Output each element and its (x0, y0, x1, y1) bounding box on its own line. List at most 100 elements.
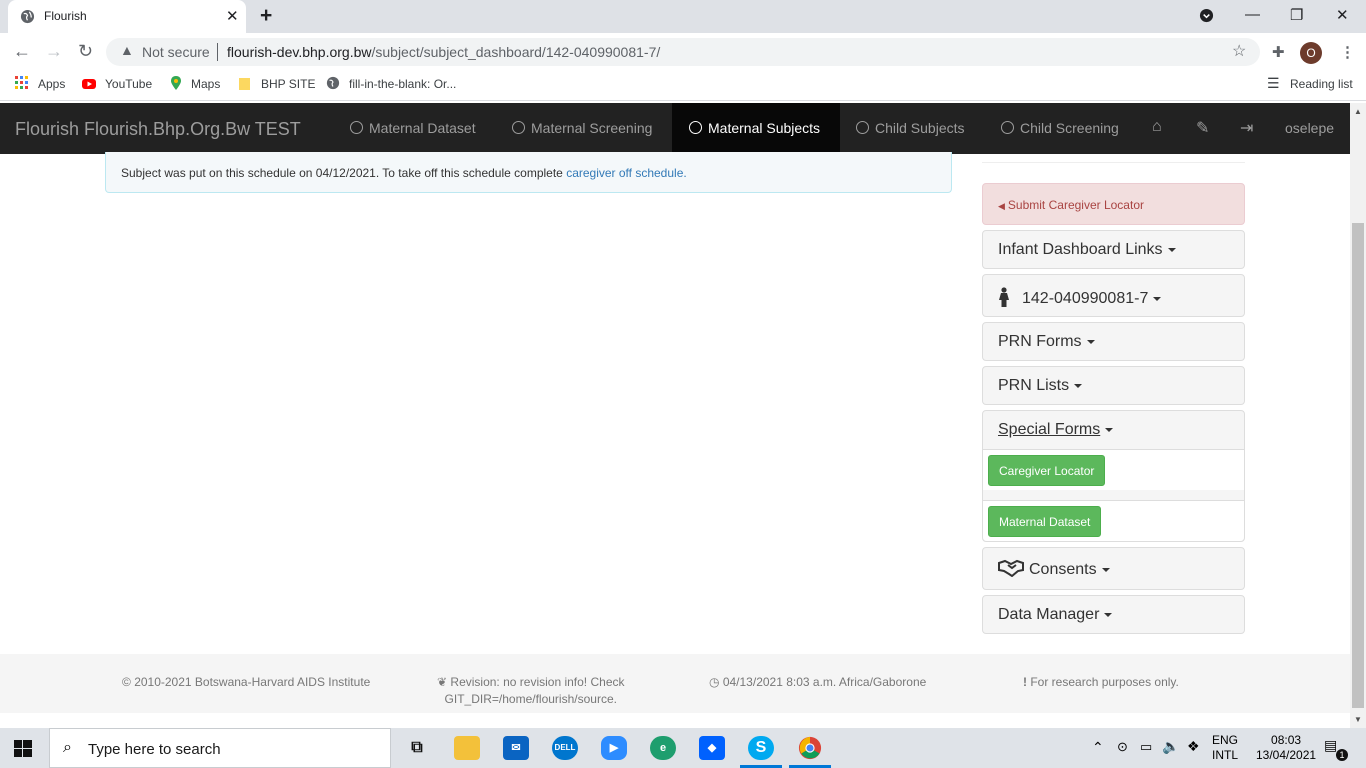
volume-icon[interactable]: 🔈 (1162, 738, 1179, 755)
forward-icon[interactable]: → (45, 41, 63, 62)
reload-icon[interactable]: ↻ (78, 41, 93, 62)
user-circle-icon (689, 121, 702, 134)
notice-text: For research purposes only. (1030, 675, 1179, 689)
lang-code: ENG (1212, 733, 1239, 747)
clock-time: 08:03 (1271, 733, 1302, 747)
clock[interactable]: 08:03 13/04/2021 (1256, 733, 1316, 763)
file-explorer-icon[interactable] (454, 736, 480, 760)
warning-icon[interactable]: ▲ (120, 42, 134, 58)
skype-icon[interactable]: S (748, 736, 774, 760)
tab-search-icon[interactable] (1199, 8, 1214, 27)
notifications-icon[interactable]: ▤ (1324, 737, 1337, 754)
bookmark-maps[interactable]: Maps (191, 77, 220, 91)
not-secure-label[interactable]: Not secure (142, 44, 210, 60)
infant-dashboard-links-panel[interactable]: Infant Dashboard Links (982, 230, 1245, 269)
scroll-up-icon[interactable]: ▲ (1354, 107, 1362, 116)
url-text[interactable]: flourish-dev.bhp.org.bw/subject/subject_… (227, 44, 660, 60)
handshake-icon (998, 559, 1024, 578)
maps-pin-icon (171, 76, 181, 90)
reading-list-icon[interactable]: ☰ (1267, 75, 1280, 92)
caret-left-icon: ◀ (998, 201, 1005, 211)
nav-maternal-subjects[interactable]: Maternal Subjects (672, 103, 840, 154)
special-forms-body: Maternal Dataset (983, 500, 1244, 541)
panel-title: Infant Dashboard Links (998, 241, 1163, 258)
divider (217, 43, 218, 61)
caregiver-locator-button[interactable]: Caregiver Locator (988, 455, 1106, 486)
timestamp-text: 04/13/2021 8:03 a.m. Africa/Gaborone (722, 675, 927, 689)
bookmark-youtube[interactable]: YouTube (105, 77, 152, 91)
bookmark-fill-in-blank[interactable]: fill-in-the-blank: Or... (349, 77, 456, 91)
panel-title: Special Forms (998, 421, 1101, 438)
profile-avatar[interactable]: O (1300, 42, 1322, 64)
scroll-thumb[interactable] (1352, 223, 1364, 708)
subject-id-panel[interactable]: 142-040990081-7 (982, 274, 1245, 317)
home-icon[interactable]: ⌂ (1152, 103, 1162, 154)
edge-icon[interactable]: e (650, 736, 676, 760)
battery-icon[interactable]: ▭ (1140, 739, 1152, 755)
windows-start-icon[interactable] (14, 740, 32, 757)
zoom-icon[interactable]: ▶ (601, 736, 627, 760)
url-host: flourish-dev.bhp.org.bw (227, 44, 372, 60)
caret-down-icon (1105, 427, 1114, 432)
tab-title: Flourish (44, 9, 87, 23)
menu-kebab-icon[interactable]: ⋮ (1340, 43, 1355, 61)
dell-icon[interactable]: DELL (552, 736, 578, 760)
windows-taskbar: ⌕ Type here to search ⧉ ✉ DELL ▶ e ◆ S ⌃… (0, 728, 1366, 768)
prn-lists-panel[interactable]: PRN Lists (982, 366, 1245, 405)
wrench-icon[interactable]: ✎ (1196, 103, 1209, 154)
female-person-icon (999, 287, 1009, 307)
language-indicator[interactable]: ENG INTL (1212, 733, 1238, 763)
footer-notice: ! For research purposes only. (1023, 674, 1179, 691)
page-footer: © 2010-2021 Botswana-Harvard AIDS Instit… (0, 654, 1350, 713)
close-window-icon[interactable]: ✕ (1336, 6, 1349, 24)
restore-icon[interactable]: ❐ (1290, 6, 1303, 24)
nav-label: Maternal Dataset (369, 120, 476, 136)
new-tab-icon[interactable]: + (260, 4, 272, 28)
apps-grid-icon[interactable] (15, 76, 29, 90)
consents-panel[interactable]: Consents (982, 547, 1245, 590)
prn-forms-panel[interactable]: PRN Forms (982, 322, 1245, 361)
nav-maternal-screening[interactable]: Maternal Screening (500, 103, 670, 154)
search-icon: ⌕ (63, 739, 72, 756)
mail-icon[interactable]: ✉ (503, 736, 529, 760)
maternal-dataset-button[interactable]: Maternal Dataset (988, 506, 1102, 537)
submit-caregiver-locator-panel[interactable]: ◀ Submit Caregiver Locator (982, 183, 1245, 225)
close-tab-icon[interactable]: ✕ (226, 7, 239, 25)
nav-maternal-dataset[interactable]: Maternal Dataset (338, 103, 492, 154)
scroll-down-icon[interactable]: ▼ (1354, 715, 1362, 724)
chevron-up-icon[interactable]: ⌃ (1092, 739, 1104, 756)
special-forms-toggle[interactable]: Special Forms (998, 421, 1114, 439)
data-manager-panel[interactable]: Data Manager (982, 595, 1245, 634)
reading-list-label[interactable]: Reading list (1290, 77, 1353, 91)
dropbox-icon[interactable]: ◆ (699, 736, 725, 760)
alert-text: Subject was put on this schedule on 04/1… (121, 166, 567, 180)
user-circle-icon (350, 121, 363, 134)
browser-tab[interactable]: Flourish ✕ (8, 0, 246, 33)
nav-username[interactable]: oselepe (1285, 103, 1334, 154)
submit-locator-label: Submit Caregiver Locator (1007, 198, 1144, 212)
caret-down-icon (1104, 612, 1113, 617)
nav-child-screening[interactable]: Child Screening (988, 103, 1134, 154)
chrome-icon[interactable] (797, 736, 823, 760)
taskbar-search[interactable]: ⌕ Type here to search (49, 728, 391, 768)
dropbox-tray-icon[interactable]: ❖ (1187, 738, 1200, 755)
app-navbar: Flourish Flourish.Bhp.Org.Bw TEST Matern… (0, 103, 1366, 154)
lang-layout: INTL (1212, 748, 1239, 762)
address-bar[interactable]: ▲ Not secure flourish-dev.bhp.org.bw/sub… (106, 38, 1260, 66)
bookmark-star-icon[interactable]: ☆ (1232, 41, 1246, 61)
subject-id: 142-040990081-7 (1022, 290, 1149, 307)
task-view-icon[interactable]: ⧉ (404, 736, 430, 760)
bookmark-bhp-site[interactable]: BHP SITE (261, 77, 315, 91)
bookmark-apps[interactable]: Apps (38, 77, 65, 91)
logout-icon[interactable]: ⇥ (1240, 103, 1253, 154)
caregiver-off-schedule-link[interactable]: caregiver off schedule. (566, 166, 687, 180)
nav-child-subjects[interactable]: Child Subjects (844, 103, 986, 154)
nav-label: Child Screening (1020, 120, 1119, 136)
app-brand[interactable]: Flourish Flourish.Bhp.Org.Bw TEST (15, 119, 301, 140)
minimize-icon[interactable]: — (1245, 6, 1260, 23)
back-icon[interactable]: ← (13, 41, 31, 62)
page-scrollbar[interactable]: ▲ ▼ (1350, 103, 1366, 728)
revision-line2: GIT_DIR=/home/flourish/source. (444, 692, 617, 706)
extensions-icon[interactable]: ✚ (1272, 43, 1285, 61)
meet-now-icon[interactable]: ⊙ (1117, 739, 1128, 755)
